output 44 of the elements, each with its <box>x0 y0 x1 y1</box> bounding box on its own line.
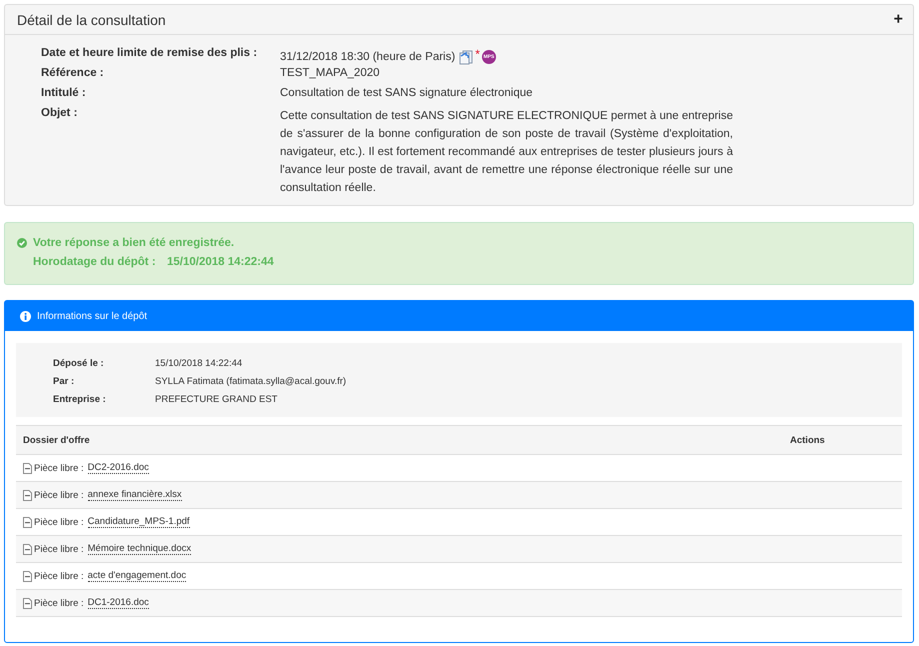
file-label: Pièce libre : <box>34 544 84 554</box>
field-label: Date et heure limite de remise des plis : <box>41 47 258 61</box>
field-value: TEST_MAPA_2020 <box>280 67 380 81</box>
file-link[interactable]: DC2-2016.doc <box>88 462 149 474</box>
document-icon <box>23 544 32 554</box>
field-label: Référence : <box>41 67 105 81</box>
file-label: Pièce libre : <box>34 516 84 528</box>
document-icon <box>23 462 32 474</box>
timestamp-value: 15/10/2018 14:22:44 <box>167 256 274 268</box>
field-value: 15/10/2018 14:22:44 <box>155 358 242 368</box>
column-header: Actions <box>790 426 902 454</box>
file-label: Pièce libre : <box>34 462 84 474</box>
success-message: Votre réponse a bien été enregistrée. <box>33 237 234 249</box>
document-icon <box>23 598 32 608</box>
document-icon <box>23 516 32 528</box>
field-value: SYLLA Fatimata (fatimata.sylla@acal.gouv.fr) <box>155 376 346 386</box>
field-label: Par : <box>53 376 76 386</box>
documents-icon[interactable] <box>459 50 474 64</box>
file-label: Pièce libre : <box>34 598 84 608</box>
expand-button[interactable]: + <box>894 10 903 28</box>
file-link[interactable]: acte d'engagement.doc <box>88 570 186 582</box>
document-icon <box>23 570 32 582</box>
panel-title: Informations sur le dépôt <box>37 310 148 322</box>
field-value: Cette consultation de test SANS SIGNATURE ELECTRONIQUE permet à une entreprise de s'assurer de la bonne configuration de son poste de travail (Système d'exploitation, navigateur, etc.). Il est fortement recommandé aux entreprises de tester plusieurs jours à l'avance leur poste de travail, avant de remettre une réponse électronique réelle sur une consultation réelle. <box>280 109 733 196</box>
check-circle-icon <box>17 238 27 248</box>
field-value: Consultation de test SANS signature électronique <box>280 87 533 101</box>
file-label: Pièce libre : <box>34 570 84 582</box>
file-link[interactable]: Candidature_MPS-1.pdf <box>88 516 190 528</box>
required-mark: * <box>475 47 480 61</box>
field-label: Intitulé : <box>41 87 87 101</box>
field-value: PREFECTURE GRAND EST <box>155 394 278 404</box>
file-link[interactable]: annexe financière.xlsx <box>88 489 182 501</box>
field-label: Déposé le : <box>53 358 105 368</box>
field-value: 31/12/2018 18:30 (heure de Paris) <box>280 51 456 63</box>
file-link[interactable]: Mémoire technique.docx <box>88 543 192 555</box>
file-link[interactable]: DC1-2016.doc <box>88 597 149 609</box>
field-label: Entreprise : <box>53 394 107 404</box>
field-label: Objet : <box>41 107 78 121</box>
column-header: Dossier d'offre <box>16 426 790 454</box>
document-icon <box>23 490 32 500</box>
panel-title: Détail de la consultation <box>17 12 166 28</box>
timestamp-label: Horodatage du dépôt : <box>33 256 157 268</box>
info-icon <box>20 310 31 322</box>
file-label: Pièce libre : <box>34 490 84 500</box>
